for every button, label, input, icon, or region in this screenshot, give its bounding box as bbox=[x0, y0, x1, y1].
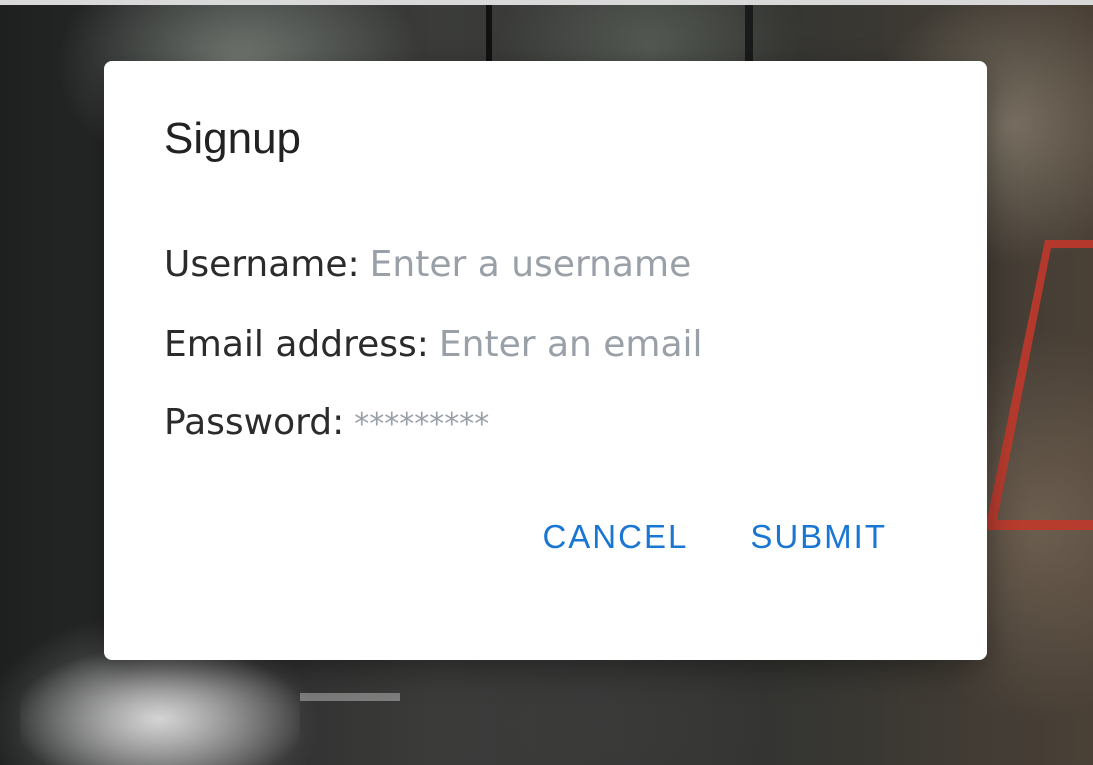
password-input[interactable] bbox=[354, 403, 775, 447]
submit-button[interactable]: SUBMIT bbox=[750, 517, 887, 557]
background-red-shape bbox=[985, 240, 1093, 530]
password-row: Password: bbox=[164, 401, 775, 447]
username-row: Username: bbox=[164, 243, 790, 287]
email-row: Email address: bbox=[164, 323, 859, 367]
signup-dialog: Signup Username: Email address: Password… bbox=[104, 61, 987, 660]
page: Signup Username: Email address: Password… bbox=[0, 0, 1093, 765]
background-shoe bbox=[20, 650, 300, 765]
dialog-actions: CANCEL SUBMIT bbox=[542, 517, 887, 557]
cancel-button[interactable]: CANCEL bbox=[542, 517, 688, 557]
dialog-title: Signup bbox=[164, 114, 302, 163]
background-cable bbox=[745, 5, 753, 61]
username-label: Username: bbox=[164, 244, 360, 285]
email-label: Email address: bbox=[164, 324, 429, 365]
username-input[interactable] bbox=[369, 243, 790, 287]
password-label: Password: bbox=[164, 402, 345, 443]
background-bar bbox=[300, 693, 400, 701]
email-input[interactable] bbox=[438, 323, 859, 367]
background-cable bbox=[486, 5, 492, 61]
